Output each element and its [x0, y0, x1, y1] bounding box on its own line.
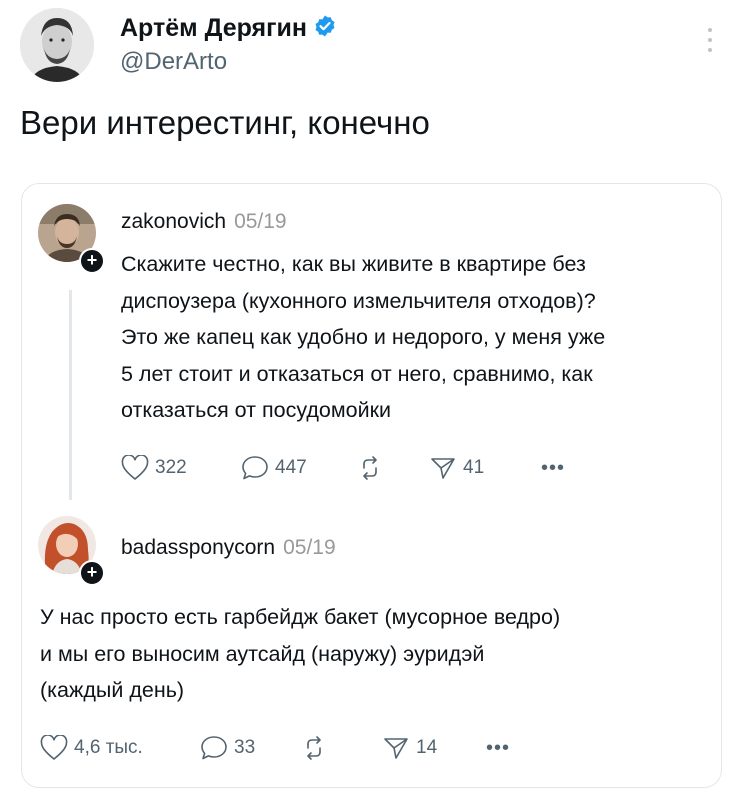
- author-name[interactable]: Артём Дерягин: [120, 14, 337, 45]
- share-count: 41: [463, 457, 485, 478]
- tweet-header: Артём Дерягин @DerArto: [20, 8, 720, 88]
- share-button[interactable]: 41: [429, 455, 484, 481]
- post-header: zakonovich 05/19: [121, 210, 287, 234]
- like-count: 4,6 тыс.: [74, 737, 143, 758]
- post-actions: 322 447 41 •••: [121, 455, 581, 485]
- post-body: Скажите честно, как вы живите в квартире…: [121, 246, 605, 429]
- follow-plus-icon[interactable]: +: [79, 248, 105, 274]
- like-button[interactable]: 322: [121, 455, 187, 481]
- comment-icon: [200, 735, 228, 761]
- follow-plus-icon[interactable]: +: [79, 560, 105, 586]
- post-date: 05/19: [283, 536, 336, 559]
- post-line: диспоузера (кухонного измельчителя отход…: [121, 288, 596, 313]
- send-icon: [429, 455, 457, 481]
- reply-button[interactable]: 447: [241, 455, 307, 481]
- post-actions: 4,6 тыс. 33 14 •••: [40, 735, 510, 765]
- author-avatar[interactable]: [20, 8, 94, 82]
- post-line: Это же капец как удобно и недорого, у ме…: [121, 325, 606, 349]
- heart-icon: [121, 455, 149, 481]
- send-icon: [382, 735, 410, 761]
- heart-icon: [40, 735, 68, 761]
- author-name-text: Артём Дерягин: [120, 14, 308, 43]
- repost-button[interactable]: [300, 735, 328, 761]
- reply-count: 33: [234, 737, 256, 758]
- ellipsis-icon: •••: [486, 737, 511, 759]
- post-body: У нас просто есть гарбейдж бакет (мусорн…: [40, 599, 560, 709]
- reply-button[interactable]: 33: [200, 735, 255, 761]
- ellipsis-icon: •••: [541, 457, 566, 479]
- repost-icon: [300, 735, 328, 761]
- more-actions-button[interactable]: •••: [541, 457, 565, 480]
- reply-count: 447: [275, 457, 307, 478]
- post-username[interactable]: zakonovich: [121, 210, 226, 233]
- post-line: У нас просто есть гарбейдж бакет (мусорн…: [40, 605, 561, 629]
- share-count: 14: [416, 737, 438, 758]
- more-options-icon[interactable]: [700, 22, 720, 58]
- post-header: badassponycorn 05/19: [121, 536, 336, 560]
- thread-connector-line: [69, 290, 72, 500]
- more-actions-button[interactable]: •••: [486, 737, 510, 760]
- like-button[interactable]: 4,6 тыс.: [40, 735, 143, 761]
- post-line: (каждый день): [40, 678, 185, 702]
- tweet-text: Вери интерестинг, конечно: [20, 104, 430, 141]
- post-line: отказаться от посудомойки: [121, 398, 392, 422]
- post-line: и мы его выносим аутсайд (наружу) эуридэ…: [40, 641, 485, 666]
- author-handle[interactable]: @DerArto: [120, 48, 227, 76]
- repost-button[interactable]: [356, 455, 384, 481]
- post-line: 5 лет стоит и отказаться от него, сравни…: [121, 361, 593, 386]
- post-username[interactable]: badassponycorn: [121, 536, 275, 559]
- comment-icon: [241, 455, 269, 481]
- post-date: 05/19: [234, 210, 287, 233]
- like-count: 322: [155, 457, 187, 478]
- verified-badge-icon: [313, 14, 337, 45]
- share-button[interactable]: 14: [382, 735, 437, 761]
- post-line: Скажите честно, как вы живите в квартире…: [121, 252, 586, 276]
- repost-icon: [356, 455, 384, 481]
